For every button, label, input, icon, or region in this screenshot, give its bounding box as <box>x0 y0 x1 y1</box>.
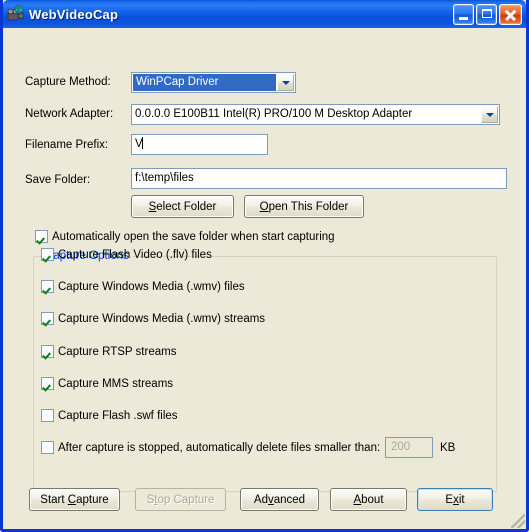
network-adapter-combobox[interactable]: 0.0.0.0 E100B11 Intel(R) PRO/100 M Deskt… <box>131 104 500 125</box>
start-capture-button[interactable]: Start Capture <box>29 488 120 511</box>
about-label: About <box>353 493 384 506</box>
open-this-folder-label: Open This Folder <box>259 200 349 213</box>
delete-threshold-unit-label: KB <box>440 442 456 454</box>
capture-rtsp-streams-checkbox[interactable]: Capture RTSP streams <box>41 345 176 358</box>
save-folder-input[interactable]: f:\temp\files <box>131 168 507 189</box>
close-button[interactable] <box>499 3 522 25</box>
open-this-folder-button[interactable]: Open This Folder <box>244 195 364 218</box>
delete-small-files-label: After capture is stopped, automatically … <box>58 441 381 454</box>
capture-wmv-files-label: Capture Windows Media (.wmv) files <box>58 280 245 293</box>
checkbox-box <box>41 409 54 422</box>
minimize-button[interactable] <box>453 3 474 25</box>
checkbox-box <box>35 230 48 243</box>
capture-wmv-streams-label: Capture Windows Media (.wmv) streams <box>58 312 266 325</box>
advanced-label: Advanced <box>253 493 306 506</box>
select-folder-label: Select Folder <box>148 200 217 213</box>
capture-flv-files-label: Capture Flash Video (.flv) files <box>58 248 212 261</box>
stop-capture-button: Stop Capture <box>135 488 226 511</box>
exit-label: Exit <box>445 493 465 506</box>
capture-swf-files-checkbox[interactable]: Capture Flash .swf files <box>41 409 178 422</box>
title-bar[interactable]: WebVideoCap <box>3 0 526 28</box>
chevron-down-icon <box>281 80 290 85</box>
capture-wmv-files-checkbox[interactable]: Capture Windows Media (.wmv) files <box>41 280 245 293</box>
minimize-icon <box>459 16 468 20</box>
delete-threshold-input[interactable]: 200 <box>385 437 433 458</box>
checkbox-box <box>41 441 54 454</box>
auto-open-save-folder-checkbox[interactable]: Automatically open the save folder when … <box>35 230 335 243</box>
checkbox-box <box>41 345 54 358</box>
checkbox-box <box>41 248 54 261</box>
capture-swf-files-label: Capture Flash .swf files <box>58 409 178 422</box>
capture-flv-files-checkbox[interactable]: Capture Flash Video (.flv) files <box>41 248 212 261</box>
text-caret <box>141 137 143 149</box>
advanced-button[interactable]: Advanced <box>240 488 319 511</box>
maximize-icon <box>482 8 492 18</box>
capture-method-combobox[interactable]: WinPCap Driver <box>131 72 296 93</box>
capture-method-label: Capture Method: <box>25 76 111 88</box>
capture-wmv-streams-checkbox[interactable]: Capture Windows Media (.wmv) streams <box>41 312 265 325</box>
capture-mms-streams-label: Capture MMS streams <box>58 377 174 390</box>
capture-mms-streams-checkbox[interactable]: Capture MMS streams <box>41 377 173 390</box>
video-camera-globe-icon <box>7 4 25 23</box>
capture-method-value: WinPCap Driver <box>133 74 276 91</box>
maximize-button[interactable] <box>476 3 497 25</box>
save-folder-label: Save Folder: <box>25 174 91 186</box>
about-button[interactable]: About <box>330 488 407 511</box>
filename-prefix-input[interactable]: V <box>131 134 268 155</box>
webvideocap-window: WebVideoCap Capture Method: WinPCap Driv… <box>0 0 529 532</box>
select-folder-button[interactable]: Select Folder <box>131 195 234 218</box>
delete-small-files-checkbox[interactable]: After capture is stopped, automatically … <box>41 441 380 454</box>
start-capture-label: Start Capture <box>40 493 109 506</box>
network-adapter-value: 0.0.0.0 E100B11 Intel(R) PRO/100 M Deskt… <box>135 108 413 120</box>
dialog-body: Capture Method: WinPCap Driver Network A… <box>3 28 526 529</box>
checkbox-box <box>41 377 54 390</box>
capture-method-dropdown-button[interactable] <box>277 74 294 91</box>
filename-prefix-label: Filename Prefix: <box>25 139 109 151</box>
resize-grip[interactable] <box>511 514 525 528</box>
auto-open-save-folder-label: Automatically open the save folder when … <box>52 230 335 243</box>
network-adapter-label: Network Adapter: <box>25 108 114 120</box>
network-adapter-dropdown-button[interactable] <box>481 106 498 123</box>
window-title: WebVideoCap <box>29 6 119 22</box>
stop-capture-label: Stop Capture <box>146 493 215 506</box>
checkbox-box <box>41 280 54 293</box>
chevron-down-icon <box>485 112 494 117</box>
checkbox-box <box>41 312 54 325</box>
window-controls <box>453 3 522 25</box>
exit-button[interactable]: Exit <box>417 488 493 511</box>
capture-rtsp-streams-label: Capture RTSP streams <box>58 345 177 358</box>
